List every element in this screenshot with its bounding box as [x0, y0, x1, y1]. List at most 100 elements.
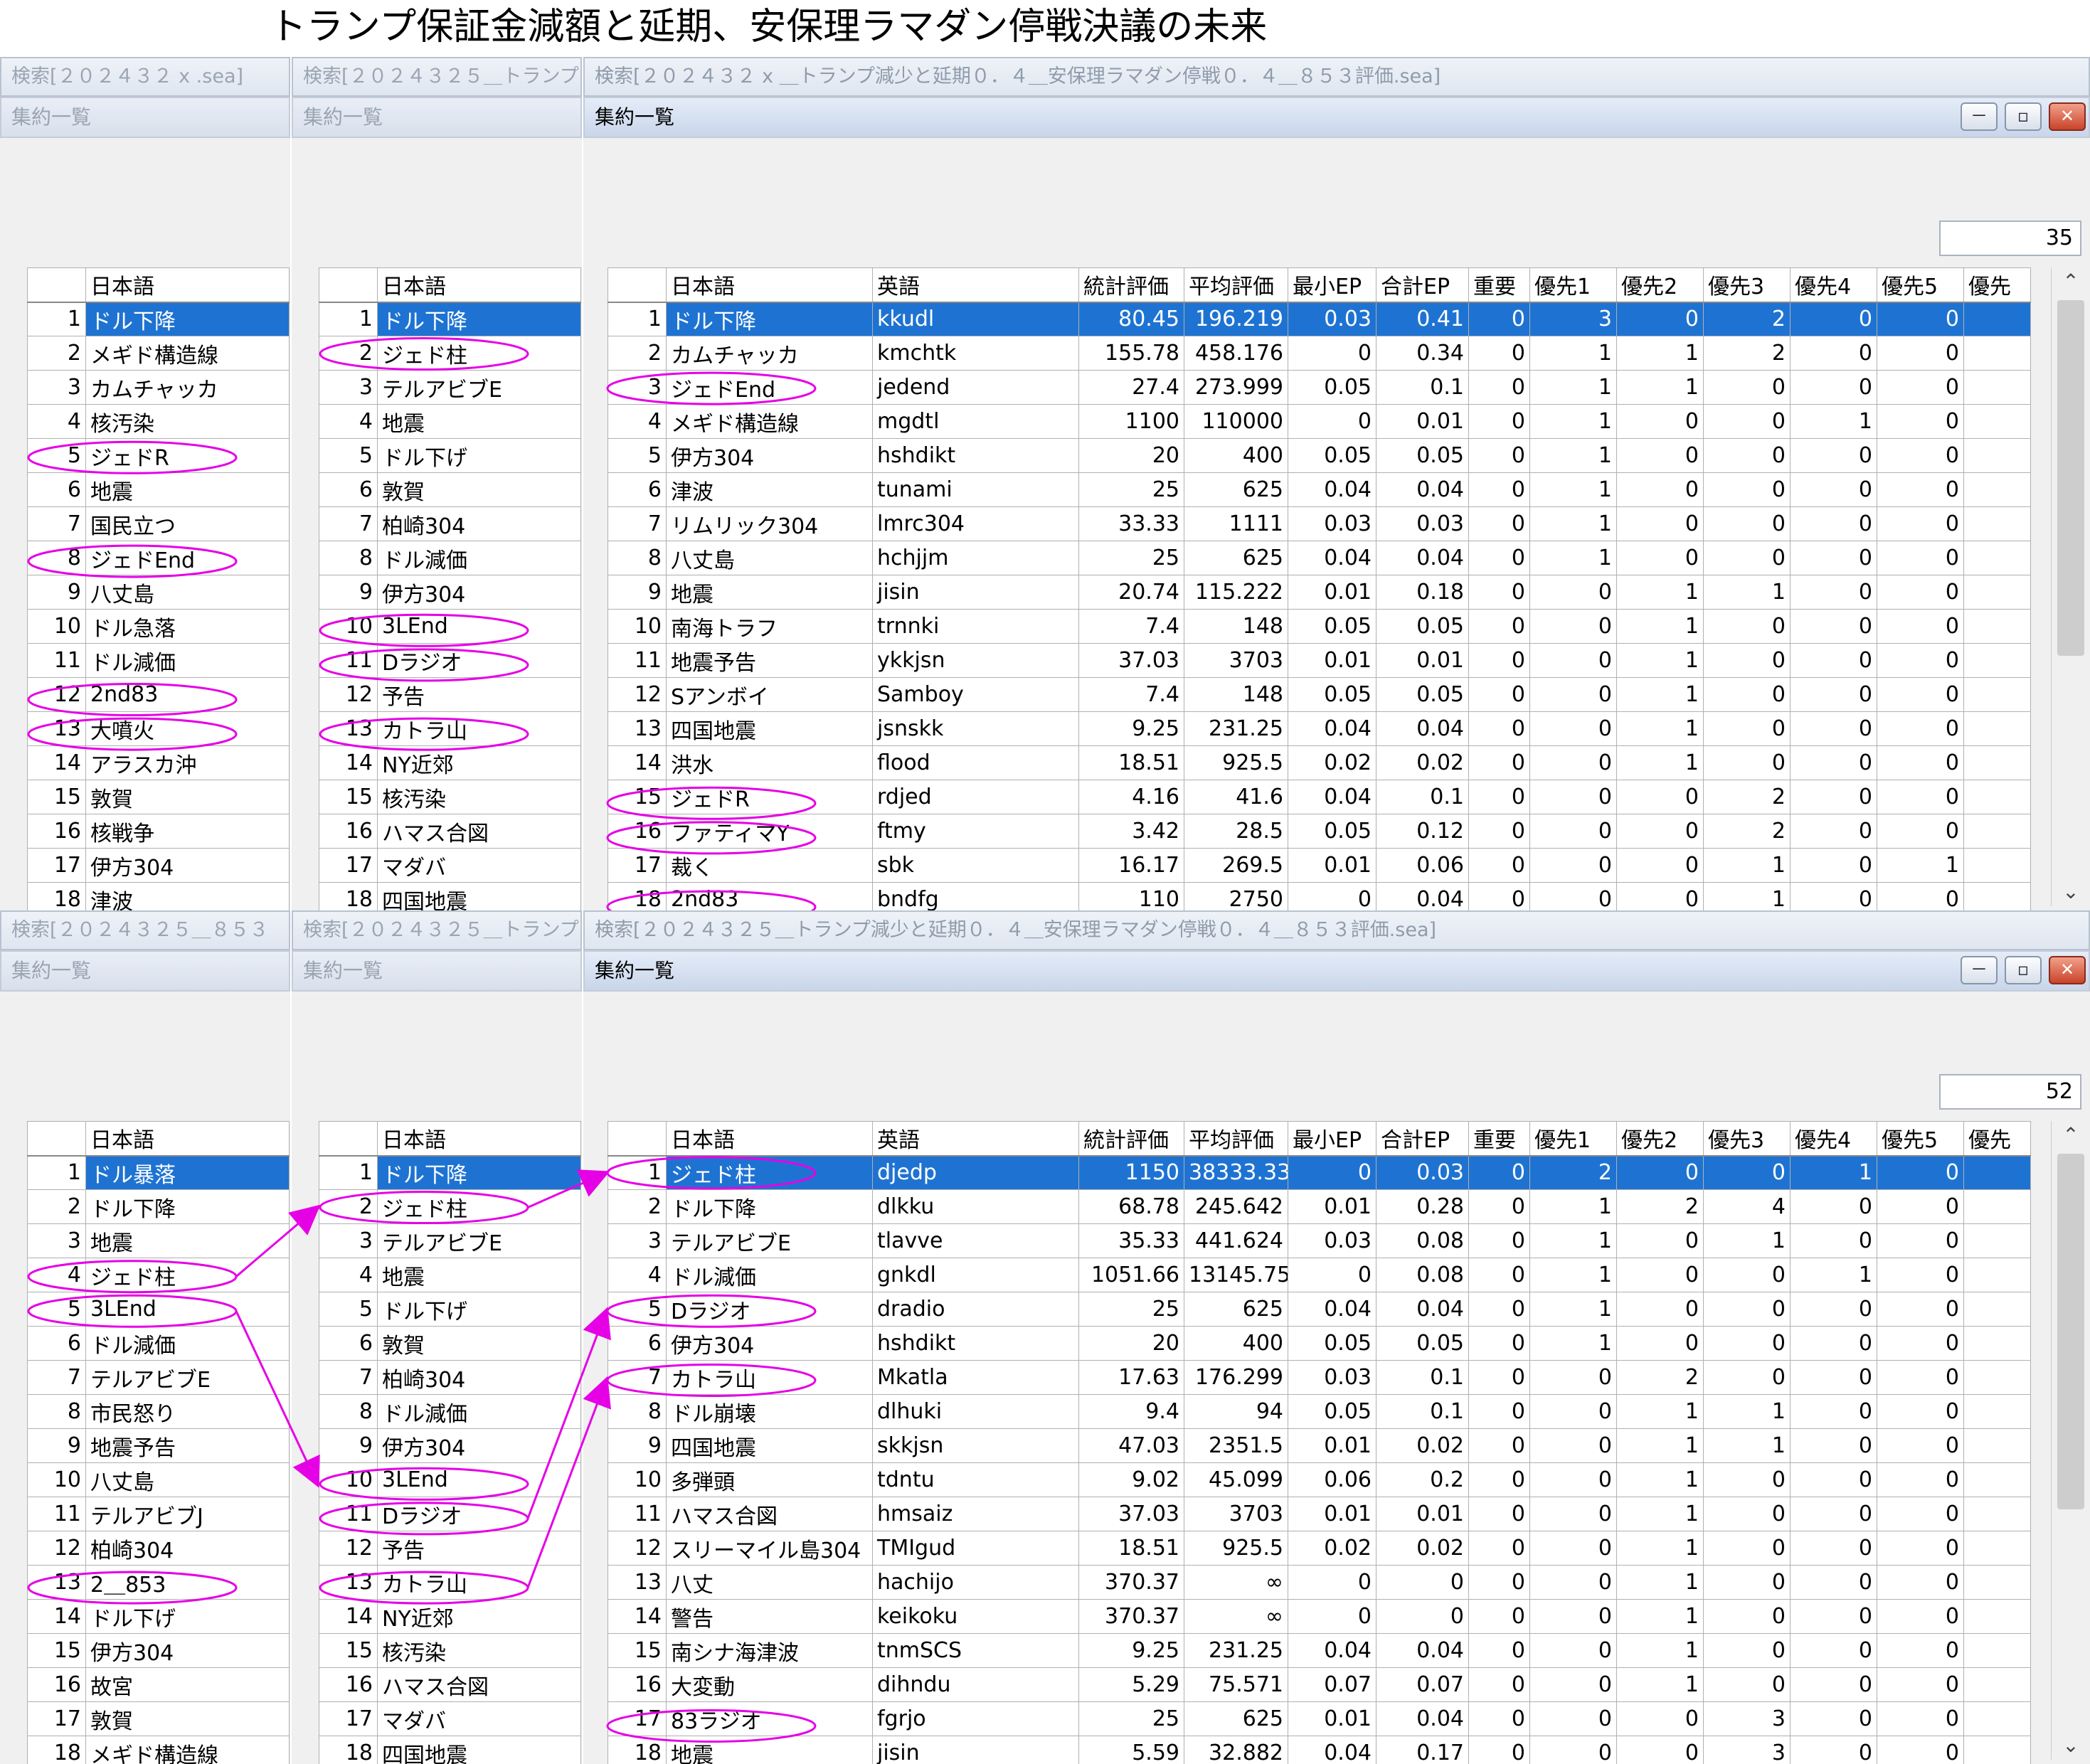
term-cell[interactable]: ドル減価 — [378, 541, 581, 575]
value-cell[interactable]: 155.78 — [1079, 336, 1184, 371]
english-cell[interactable]: dlkku — [873, 1190, 1079, 1224]
table-row[interactable]: 18四国地震 — [319, 883, 581, 911]
value-cell[interactable]: 25 — [1079, 1292, 1184, 1327]
value-cell[interactable]: 0.01 — [1288, 575, 1376, 610]
value-cell[interactable]: 0 — [1469, 712, 1530, 746]
table-row[interactable]: 16故宮 — [28, 1668, 290, 1702]
value-cell[interactable]: 0.03 — [1288, 1361, 1376, 1395]
table-row[interactable]: 15伊方304 — [28, 1634, 290, 1668]
value-cell[interactable]: 0 — [1704, 439, 1791, 473]
japanese-cell[interactable]: 八丈 — [667, 1566, 873, 1600]
value-cell[interactable]: 0 — [1530, 746, 1617, 780]
table-row[interactable]: 15ジェドRrdjed4.1641.60.040.1000200 — [608, 780, 2031, 814]
column-header[interactable]: 合計EP — [1376, 1122, 1469, 1156]
top-pane-2[interactable]: 検索[２０２４３２５＿トランプ集約一覧日本語1ドル下降2ジェド柱3テルアビブE4… — [292, 57, 582, 910]
value-cell[interactable]: 0 — [1469, 1600, 1530, 1634]
column-header[interactable]: 重要 — [1469, 268, 1530, 302]
english-cell[interactable]: flood — [873, 746, 1079, 780]
column-header[interactable]: 重要 — [1469, 1122, 1530, 1156]
column-header-japanese[interactable]: 日本語 — [86, 268, 290, 302]
value-cell[interactable]: 2 — [1530, 1156, 1617, 1190]
japanese-cell[interactable]: 津波 — [667, 473, 873, 507]
value-cell[interactable]: 0.04 — [1376, 541, 1469, 575]
minimize-icon[interactable]: － — [1961, 102, 1998, 131]
term-cell[interactable]: 3LEnd — [378, 610, 581, 644]
english-cell[interactable]: rdjed — [873, 780, 1079, 814]
value-cell[interactable]: 625 — [1184, 1292, 1288, 1327]
value-cell[interactable]: 0 — [1704, 1361, 1791, 1395]
value-cell[interactable]: 0 — [1877, 712, 1964, 746]
japanese-cell[interactable]: 地震予告 — [667, 644, 873, 678]
term-cell[interactable]: 大噴火 — [86, 712, 290, 746]
value-cell[interactable]: 5.59 — [1079, 1736, 1184, 1764]
term-cell[interactable]: 敦賀 — [378, 473, 581, 507]
value-cell[interactable]: 0 — [1791, 849, 1877, 883]
table-row[interactable]: 11Dラジオ — [319, 644, 581, 678]
japanese-cell[interactable]: 地震 — [667, 1736, 873, 1764]
english-cell[interactable]: jsnskk — [873, 712, 1079, 746]
table-row[interactable]: 182nd83bndfg110275000.04000100 — [608, 883, 2031, 911]
table-row[interactable]: 5ドル下げ — [319, 1292, 581, 1327]
value-cell[interactable]: 0 — [1469, 1702, 1530, 1736]
value-cell[interactable]: 0.04 — [1376, 1634, 1469, 1668]
term-cell[interactable]: 予告 — [378, 1531, 581, 1566]
value-cell[interactable]: 1 — [1530, 1190, 1617, 1224]
term-cell[interactable]: ドル減価 — [86, 644, 290, 678]
value-cell[interactable]: 9.25 — [1079, 1634, 1184, 1668]
value-cell[interactable]: 0 — [1791, 1531, 1877, 1566]
table-row[interactable]: 8ドル減価 — [319, 1395, 581, 1429]
term-cell[interactable]: 地震予告 — [86, 1429, 290, 1463]
value-cell[interactable]: 0 — [1469, 1224, 1530, 1258]
table-row[interactable]: 7国民立つ — [28, 507, 290, 541]
english-cell[interactable]: djedp — [873, 1156, 1079, 1190]
value-cell[interactable]: 0.05 — [1288, 439, 1376, 473]
value-cell[interactable]: 13145.75 — [1184, 1258, 1288, 1292]
table-row[interactable]: 2ドル下降 — [28, 1190, 290, 1224]
table-row[interactable]: 16ハマス合図 — [319, 1668, 581, 1702]
term-cell[interactable]: 津波 — [86, 883, 290, 911]
close-icon[interactable]: ✕ — [2049, 956, 2086, 984]
value-cell[interactable]: 400 — [1184, 1327, 1288, 1361]
japanese-cell[interactable]: 大変動 — [667, 1668, 873, 1702]
column-header[interactable]: 日本語 — [667, 1122, 873, 1156]
table-row[interactable]: 8ドル減価 — [319, 541, 581, 575]
column-header[interactable]: 統計評価 — [1079, 268, 1184, 302]
term-cell[interactable]: 国民立つ — [86, 507, 290, 541]
term-cell[interactable]: ドル暴落 — [86, 1156, 290, 1190]
table-row[interactable]: 12予告 — [319, 678, 581, 712]
value-cell[interactable]: 0 — [1469, 507, 1530, 541]
japanese-cell[interactable]: メギド構造線 — [667, 405, 873, 439]
value-cell[interactable]: 0 — [1877, 883, 1964, 911]
value-cell[interactable]: 2 — [1704, 336, 1791, 371]
table-row[interactable]: 6敦賀 — [319, 1327, 581, 1361]
value-cell[interactable]: 1 — [1617, 746, 1704, 780]
value-cell[interactable]: 0 — [1791, 1190, 1877, 1224]
column-header-japanese[interactable]: 日本語 — [378, 1122, 581, 1156]
value-cell[interactable]: 1 — [1704, 849, 1791, 883]
english-cell[interactable]: gnkdl — [873, 1258, 1079, 1292]
table-row[interactable]: 5Dラジオdradio256250.040.04010000 — [608, 1292, 2031, 1327]
value-cell[interactable]: 1 — [1530, 371, 1617, 405]
term-cell[interactable]: 地震 — [86, 473, 290, 507]
value-cell[interactable]: 0 — [1530, 1361, 1617, 1395]
value-cell[interactable]: 0.04 — [1288, 473, 1376, 507]
value-cell[interactable]: 0.01 — [1288, 1497, 1376, 1531]
value-cell[interactable]: 25 — [1079, 541, 1184, 575]
value-cell[interactable]: 1 — [1530, 1292, 1617, 1327]
table-row[interactable]: 9伊方304 — [319, 1429, 581, 1463]
value-cell[interactable]: 0 — [1791, 439, 1877, 473]
value-cell[interactable]: 0 — [1791, 1497, 1877, 1531]
value-cell[interactable]: 1 — [1704, 883, 1791, 911]
value-cell[interactable]: 1 — [1791, 1156, 1877, 1190]
english-cell[interactable]: Mkatla — [873, 1361, 1079, 1395]
value-cell[interactable]: 0 — [1877, 1497, 1964, 1531]
term-cell[interactable]: ハマス合図 — [378, 1668, 581, 1702]
value-cell[interactable]: 0.01 — [1288, 644, 1376, 678]
maximize-icon[interactable]: ▫ — [2005, 102, 2042, 131]
value-cell[interactable]: 0 — [1877, 1395, 1964, 1429]
value-cell[interactable]: ∞ — [1184, 1600, 1288, 1634]
japanese-cell[interactable]: スリーマイル島304 — [667, 1531, 873, 1566]
english-cell[interactable]: mgdtl — [873, 405, 1079, 439]
table-row[interactable]: 15核汚染 — [319, 1634, 581, 1668]
english-cell[interactable]: hachijo — [873, 1566, 1079, 1600]
